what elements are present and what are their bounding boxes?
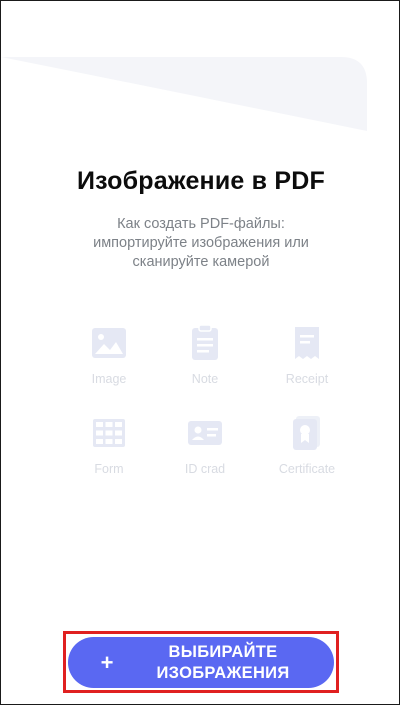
- doc-type-note: Note: [155, 323, 255, 387]
- doc-type-label: Note: [191, 372, 219, 386]
- document-type-grid: Image Note Receipt Form ID crad Certific…: [63, 323, 359, 477]
- button-label-line: ИЗОБРАЖЕНИЯ: [156, 664, 290, 682]
- page-subtitle: Как создать PDF-файлы: импортируйте изоб…: [41, 215, 361, 272]
- subtitle-line: импортируйте изображения или: [93, 235, 309, 251]
- doc-type-label: ID crad: [184, 462, 226, 476]
- subtitle-line: сканируйте камерой: [132, 254, 270, 270]
- doc-type-label: Image: [91, 372, 127, 386]
- button-label-line: ВЫБИРАЙТЕ: [168, 643, 278, 661]
- select-images-label: ВЫБИРАЙТЕ ИЗОБРАЖЕНИЯ: [130, 642, 316, 684]
- form-icon: [93, 419, 125, 447]
- doc-type-certificate: Certificate: [255, 413, 359, 477]
- receipt-icon: [295, 327, 319, 359]
- select-images-button[interactable]: + ВЫБИРАЙТЕ ИЗОБРАЖЕНИЯ: [68, 637, 334, 688]
- doc-type-label: Receipt: [285, 372, 329, 386]
- doc-type-image: Image: [63, 323, 155, 387]
- top-decorative-shape: [1, 57, 367, 131]
- doc-type-id-card: ID crad: [155, 413, 255, 477]
- id-card-icon: [188, 421, 222, 445]
- plus-icon: +: [100, 650, 114, 675]
- image-icon: [92, 328, 126, 358]
- subtitle-line: Как создать PDF-файлы:: [117, 216, 285, 232]
- doc-type-label: Form: [94, 462, 124, 476]
- doc-type-receipt: Receipt: [255, 323, 359, 387]
- certificate-icon: [293, 416, 320, 450]
- note-icon: [192, 324, 218, 360]
- doc-type-form: Form: [63, 413, 155, 477]
- doc-type-label: Certificate: [278, 462, 336, 476]
- page-title: Изображение в PDF: [77, 167, 325, 195]
